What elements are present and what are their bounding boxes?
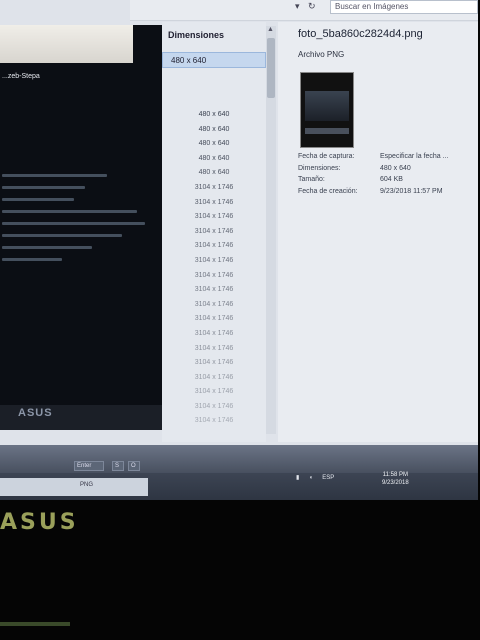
property-row: Dimensiones: 480 x 640 xyxy=(298,165,478,177)
dropdown-arrow-icon[interactable]: ▾ xyxy=(295,1,300,11)
list-item[interactable]: 480 x 640 xyxy=(162,152,266,167)
taskbar-tab-strip xyxy=(0,478,148,496)
bezel-edge xyxy=(0,622,70,626)
s-button[interactable]: S xyxy=(112,461,124,471)
list-item[interactable]: 3104 x 1746 xyxy=(162,196,266,211)
property-label: Fecha de captura: xyxy=(298,153,355,160)
search-input[interactable]: Buscar en Imágenes xyxy=(330,0,478,14)
property-row: Fecha de captura: Especificar la fecha ..… xyxy=(298,153,478,165)
property-value[interactable]: Especificar la fecha ... xyxy=(380,153,448,160)
taskbar: Enter S O PNG ▮ ◖ ESP 11:58 PM 9/23/2018 xyxy=(0,445,478,500)
photo-viewer-window[interactable]: ...zeb-Stepa ASUS xyxy=(0,25,167,430)
property-value: 480 x 640 xyxy=(380,164,411,172)
list-item[interactable]: 3104 x 1746 xyxy=(162,239,266,254)
o-button[interactable]: O xyxy=(128,461,140,471)
clock-date: 9/23/2018 xyxy=(382,480,409,486)
volume-icon[interactable]: ◖ xyxy=(309,475,313,481)
file-type: Archivo PNG xyxy=(298,50,345,59)
clock-time: 11:58 PM xyxy=(382,472,408,478)
property-row: Fecha de creación: 9/23/2018 11:57 PM xyxy=(298,188,478,200)
file-name: foto_5ba860c2824d4.png xyxy=(298,28,423,40)
property-label: Dimensiones: xyxy=(298,164,341,172)
list-item[interactable]: 3104 x 1746 xyxy=(162,225,266,240)
list-item[interactable]: 3104 x 1746 xyxy=(162,254,266,269)
list-item[interactable]: 3104 x 1746 xyxy=(162,210,266,225)
selected-row[interactable]: 480 x 640 xyxy=(162,52,266,68)
list-item[interactable]: 3104 x 1746 xyxy=(162,356,266,371)
monitor-screen: ▾ ↻ Buscar en Imágenes ...zeb-Stepa ASUS… xyxy=(0,0,478,500)
enter-button[interactable]: Enter xyxy=(74,461,104,471)
property-label: Tamaño: xyxy=(298,176,325,183)
list-item[interactable]: 3104 x 1746 xyxy=(162,385,266,400)
dimensions-column: Dimensiones 480 x 640 480 x 640 480 x 640… xyxy=(162,22,266,442)
viewer-titlebar[interactable] xyxy=(0,25,133,63)
scroll-up-icon[interactable]: ▲ xyxy=(267,26,274,33)
scroll-thumb[interactable] xyxy=(267,38,275,98)
viewer-image-content xyxy=(2,165,152,270)
list-item[interactable]: 3104 x 1746 xyxy=(162,342,266,357)
selected-row-dimensions: 480 x 640 xyxy=(171,56,207,65)
list-item[interactable]: 480 x 640 xyxy=(162,137,266,152)
viewer-controls: Enter S O xyxy=(0,445,478,473)
explorer-toolbar: ▾ ↻ Buscar en Imágenes xyxy=(130,0,478,21)
list-item[interactable]: 3104 x 1746 xyxy=(162,400,266,415)
list-item[interactable]: 3104 x 1746 xyxy=(162,269,266,284)
list-item[interactable]: 3104 x 1746 xyxy=(162,181,266,196)
system-tray: ▮ ◖ ESP xyxy=(296,474,342,481)
file-properties: Fecha de captura: Especificar la fecha ..… xyxy=(298,153,478,199)
list-item[interactable]: 3104 x 1746 xyxy=(162,327,266,342)
network-icon[interactable]: ▮ xyxy=(296,475,299,481)
list-item[interactable]: 3104 x 1746 xyxy=(162,312,266,327)
vertical-scrollbar[interactable]: ▲ xyxy=(266,26,276,434)
list-item[interactable]: 480 x 640 xyxy=(162,108,266,123)
bezel-logo: ASUS xyxy=(0,510,79,535)
property-value: 9/23/2018 11:57 PM xyxy=(380,187,443,195)
language-indicator[interactable]: ESP xyxy=(322,475,334,481)
list-item[interactable]: 3104 x 1746 xyxy=(162,371,266,386)
list-item[interactable]: 3104 x 1746 xyxy=(162,283,266,298)
dimensions-list: 480 x 640 480 x 640 480 x 640 480 x 640 480 … xyxy=(162,108,266,429)
list-item[interactable]: 480 x 640 xyxy=(162,166,266,181)
property-label: Fecha de creación: xyxy=(298,187,358,195)
list-item[interactable]: 3104 x 1746 xyxy=(162,414,266,429)
viewer-file-label: ...zeb-Stepa xyxy=(2,73,40,80)
file-thumbnail xyxy=(300,72,354,148)
column-header-dimensions[interactable]: Dimensiones xyxy=(168,30,224,40)
property-value: 604 KB xyxy=(380,176,403,183)
list-item[interactable]: 3104 x 1746 xyxy=(162,298,266,313)
refresh-icon[interactable]: ↻ xyxy=(308,1,316,11)
list-item[interactable]: 480 x 640 xyxy=(162,123,266,138)
details-pane: foto_5ba860c2824d4.png Archivo PNG Fecha… xyxy=(278,22,478,442)
taskbar-tab[interactable]: PNG xyxy=(80,482,93,494)
viewer-logo: ASUS xyxy=(18,407,53,419)
taskbar-clock[interactable]: 11:58 PM 9/23/2018 xyxy=(382,471,409,487)
property-row: Tamaño: 604 KB xyxy=(298,176,478,188)
